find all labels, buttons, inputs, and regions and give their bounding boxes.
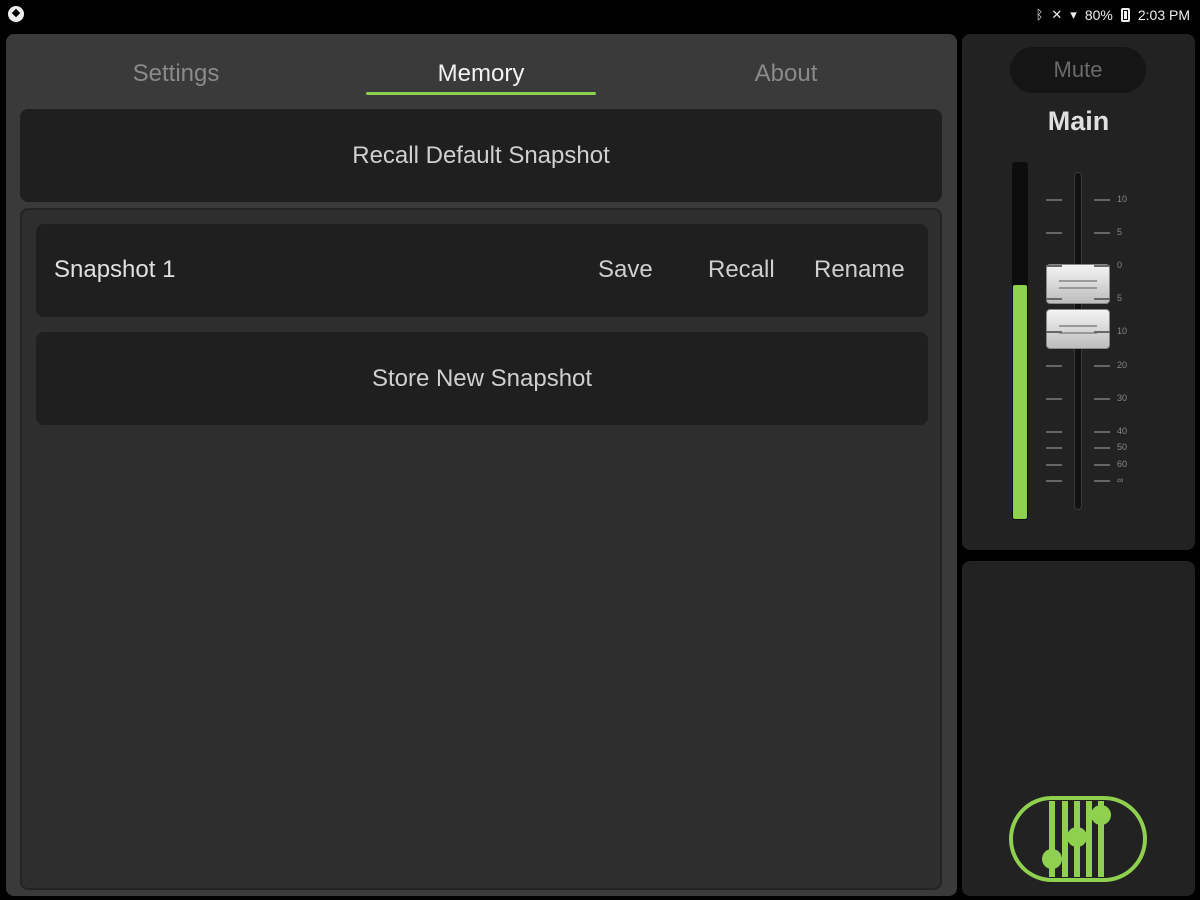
fader-tick-left bbox=[1046, 398, 1062, 400]
fader-tick-right bbox=[1094, 480, 1110, 482]
fader-tick-right bbox=[1094, 232, 1110, 234]
main-fader-panel: Mute Main 10 5 0 5 10 20 30 40 50 60 ∞ bbox=[962, 34, 1195, 550]
clock: 2:03 PM bbox=[1137, 7, 1190, 23]
fader-tick-left bbox=[1046, 199, 1062, 201]
fader-tick-left bbox=[1046, 265, 1062, 267]
logo-panel bbox=[962, 561, 1195, 896]
fader-scale-label: 50 bbox=[1117, 442, 1128, 452]
fader-scale-label: 10 bbox=[1117, 326, 1128, 336]
fader-scale-label: ∞ bbox=[1117, 475, 1124, 485]
mute-button[interactable]: Mute bbox=[1010, 47, 1146, 93]
status-bar: ᛒ ✕ ▾ 80% 2:03 PM bbox=[0, 0, 1200, 30]
fader-scale-label: 5 bbox=[1117, 227, 1123, 237]
snapshot-list: Snapshot 1 Save Recall Rename Store New … bbox=[20, 208, 942, 890]
mute-notifications-icon: ✕ bbox=[1051, 7, 1063, 22]
app-notification-icon bbox=[8, 6, 24, 22]
rename-snapshot-button[interactable]: Rename bbox=[814, 256, 905, 284]
fader-scale-label: 10 bbox=[1117, 194, 1128, 204]
tab-bar: Settings Memory About bbox=[6, 34, 957, 106]
fader-tick-right bbox=[1094, 431, 1110, 433]
fader-tick-left bbox=[1046, 365, 1062, 367]
wifi-icon: ▾ bbox=[1070, 7, 1077, 22]
fader-scale-label: 30 bbox=[1117, 393, 1128, 403]
tab-about[interactable]: About bbox=[706, 60, 866, 88]
save-snapshot-button[interactable]: Save bbox=[598, 256, 653, 284]
status-bar-right: ᛒ ✕ ▾ 80% 2:03 PM bbox=[1036, 6, 1190, 24]
fader-handle-secondary[interactable] bbox=[1046, 309, 1110, 349]
fader-tick-right bbox=[1094, 331, 1110, 333]
store-new-snapshot-button[interactable]: Store New Snapshot bbox=[36, 332, 928, 425]
mixer-logo-icon bbox=[1009, 796, 1147, 882]
channel-label: Main bbox=[1047, 106, 1110, 136]
fader-scale-label: 0 bbox=[1117, 260, 1123, 270]
fader-tick-right bbox=[1094, 298, 1110, 300]
tab-settings[interactable]: Settings bbox=[96, 60, 256, 88]
tab-memory[interactable]: Memory bbox=[366, 60, 596, 88]
fader-scale-label: 20 bbox=[1117, 360, 1128, 370]
fader-tick-right bbox=[1094, 265, 1110, 267]
fader-tick-right bbox=[1094, 365, 1110, 367]
battery-icon bbox=[1120, 8, 1130, 22]
fader-tick-right bbox=[1094, 447, 1110, 449]
fader-tick-left bbox=[1046, 464, 1062, 466]
fader-scale-label: 60 bbox=[1117, 459, 1128, 469]
fader-scale-label: 40 bbox=[1117, 426, 1128, 436]
fader-tick-left bbox=[1046, 480, 1062, 482]
fader-tick-left bbox=[1046, 447, 1062, 449]
recall-snapshot-button[interactable]: Recall bbox=[708, 256, 775, 284]
recall-default-snapshot-button[interactable]: Recall Default Snapshot bbox=[20, 109, 942, 202]
fader-scale-label: 5 bbox=[1117, 293, 1123, 303]
fader-tick-right bbox=[1094, 398, 1110, 400]
fader-tick-left bbox=[1046, 431, 1062, 433]
bluetooth-icon: ᛒ bbox=[1035, 7, 1044, 22]
fader-tick-left bbox=[1046, 298, 1062, 300]
snapshot-row: Snapshot 1 Save Recall Rename bbox=[36, 224, 928, 317]
fader-tick-right bbox=[1094, 199, 1110, 201]
level-meter-fill bbox=[1013, 284, 1027, 519]
battery-percent: 80% bbox=[1084, 7, 1113, 23]
active-tab-indicator bbox=[366, 92, 596, 95]
fader-tick-right bbox=[1094, 464, 1110, 466]
snapshot-name: Snapshot 1 bbox=[54, 256, 176, 283]
level-meter bbox=[1012, 162, 1028, 520]
fader-tick-left bbox=[1046, 232, 1062, 234]
fader-tick-left bbox=[1046, 331, 1062, 333]
main-panel: Settings Memory About Recall Default Sna… bbox=[6, 34, 957, 896]
